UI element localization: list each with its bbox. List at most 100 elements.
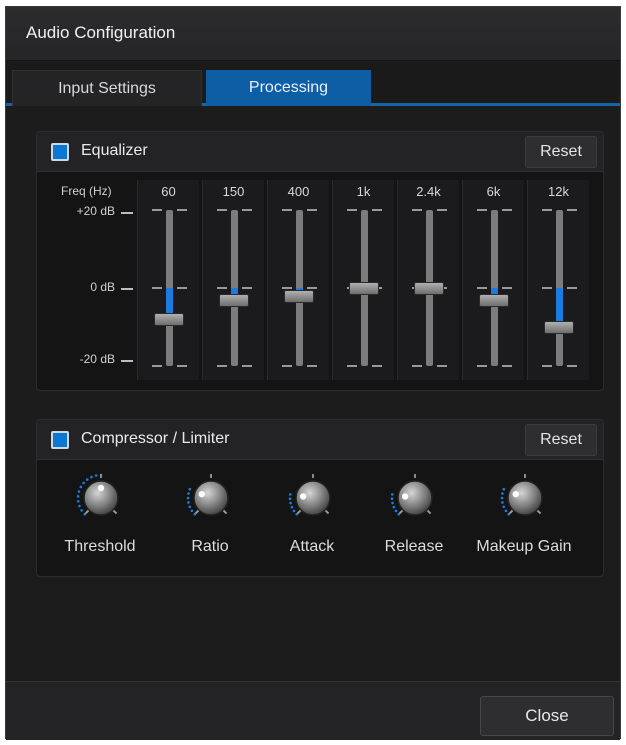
knob-threshold[interactable]: Threshold — [45, 468, 155, 568]
eq-scale-tick — [177, 209, 187, 211]
knob-release[interactable]: Release — [359, 468, 469, 568]
eq-slider-handle[interactable] — [219, 293, 249, 307]
close-button[interactable]: Close — [480, 696, 614, 736]
knob-arc-dot — [188, 505, 192, 509]
knob-arc-dot — [76, 495, 80, 498]
eq-scale-tick — [542, 209, 552, 211]
eq-scale-tick — [217, 287, 227, 289]
eq-scale-tick — [437, 365, 447, 367]
knob-arc-dot — [288, 493, 292, 496]
knob-arc-dot — [394, 509, 398, 513]
eq-scale-tick — [437, 209, 447, 211]
eq-scale-tick — [282, 365, 292, 367]
knob-arc-dot — [502, 487, 506, 491]
eq-band-6k: 6k — [462, 180, 524, 380]
knob-pointer — [512, 490, 519, 498]
knob-arc-dot — [390, 497, 394, 501]
knob-arc-dot — [289, 501, 292, 505]
eq-slider-handle[interactable] — [349, 282, 379, 295]
knob-arc-dot — [392, 505, 396, 509]
knob-dial-icon[interactable] — [75, 472, 127, 524]
knob-arc-dot — [79, 485, 83, 489]
equalizer-enable-checkbox[interactable] — [51, 143, 69, 161]
eq-band-1k: 1k — [332, 180, 394, 380]
eq-scale-tick — [152, 209, 162, 211]
knob-dial-icon[interactable] — [185, 472, 237, 524]
eq-scale-tick — [242, 365, 252, 367]
eq-scale-tick — [567, 209, 577, 211]
knob-makeup-gain[interactable]: Makeup Gain — [469, 468, 579, 568]
eq-scale-tick — [477, 209, 487, 211]
knob-arc-dot — [502, 505, 506, 509]
eq-scale-tick — [502, 287, 512, 289]
eq-scale-tick — [567, 287, 577, 289]
knob-arc-dot — [187, 492, 190, 495]
knob-dial-icon[interactable] — [499, 472, 551, 524]
tab-input-settings[interactable]: Input Settings — [12, 70, 202, 106]
knob-ratio[interactable]: Ratio — [155, 468, 265, 568]
eq-scale-tick — [307, 365, 317, 367]
knob-arc-dot — [186, 496, 190, 500]
knob-pointer — [401, 493, 409, 500]
knob-arc-dot — [500, 496, 504, 500]
knob-pointer — [198, 490, 205, 498]
knob-arc-dot — [391, 501, 394, 505]
equalizer-header: Equalizer Reset — [37, 132, 603, 172]
db-label-min: -20 dB — [79, 352, 115, 366]
eq-scale-tick — [307, 209, 317, 211]
equalizer-reset-button[interactable]: Reset — [525, 136, 597, 168]
eq-slider-handle[interactable] — [284, 289, 314, 303]
eq-slider-handle[interactable] — [544, 321, 574, 334]
knob-dial-icon[interactable] — [287, 472, 339, 524]
knob-arc-dot — [80, 509, 83, 512]
knob-arc-dot — [85, 478, 89, 481]
eq-scale-tick — [217, 209, 227, 211]
compressor-panel: Compressor / Limiter Reset Threshold Rati… — [36, 419, 604, 577]
compressor-enable-checkbox[interactable] — [51, 431, 69, 449]
equalizer-panel: Equalizer Reset Freq (Hz) +20 dB 0 dB -2… — [36, 131, 604, 391]
knob-label: Ratio — [191, 538, 229, 555]
eq-slider-handle[interactable] — [479, 293, 509, 307]
footer-bar: Close — [6, 681, 620, 740]
compressor-reset-button[interactable]: Reset — [525, 424, 597, 456]
knob-body — [507, 480, 543, 516]
eq-scale-tick — [502, 365, 512, 367]
knob-dial-icon[interactable] — [389, 472, 441, 524]
knob-arc-dot — [292, 509, 296, 513]
eq-scale-tick — [542, 287, 552, 289]
knob-arc-dot — [82, 481, 85, 485]
knob-pointer — [97, 484, 105, 492]
compressor-knobs: Threshold Ratio Attack Release Makeup Gain — [37, 468, 603, 568]
db-label-zero: 0 dB — [90, 280, 115, 294]
eq-scale-tick — [242, 209, 252, 211]
eq-scale-tick — [242, 287, 252, 289]
compressor-title: Compressor / Limiter — [81, 430, 230, 447]
knob-arc-dot — [187, 501, 190, 504]
knob-attack[interactable]: Attack — [257, 468, 367, 568]
knob-arc-dot — [288, 497, 292, 501]
eq-band-label: 400 — [287, 184, 310, 199]
eq-scale-tick — [177, 365, 187, 367]
window-title: Audio Configuration — [26, 23, 176, 42]
eq-scale-tick — [282, 209, 292, 211]
eq-scale-tick — [502, 209, 512, 211]
eq-band-label: 60 — [161, 184, 176, 199]
db-label-max: +20 dB — [76, 204, 115, 218]
knob-arc-dot — [77, 490, 81, 493]
eq-scale-tick — [567, 365, 577, 367]
eq-band-150: 150 — [202, 180, 264, 380]
eq-slider-handle[interactable] — [154, 313, 184, 327]
eq-scale-tick — [372, 209, 382, 211]
eq-scale-tick — [477, 365, 487, 367]
eq-slider-handle[interactable] — [414, 282, 444, 295]
tab-bar: Input Settings Processing — [6, 62, 620, 106]
tab-processing[interactable]: Processing — [206, 70, 371, 106]
audio-config-window: Audio Configuration Input Settings Proce… — [5, 6, 621, 740]
eq-scale-tick — [347, 209, 357, 211]
eq-band-label: 12k — [548, 184, 569, 199]
knob-label: Attack — [289, 538, 335, 555]
equalizer-title: Equalizer — [81, 142, 148, 159]
eq-scale-tick — [477, 287, 487, 289]
knob-arc-dot — [190, 509, 194, 513]
eq-band-12k: 12k — [527, 180, 589, 380]
